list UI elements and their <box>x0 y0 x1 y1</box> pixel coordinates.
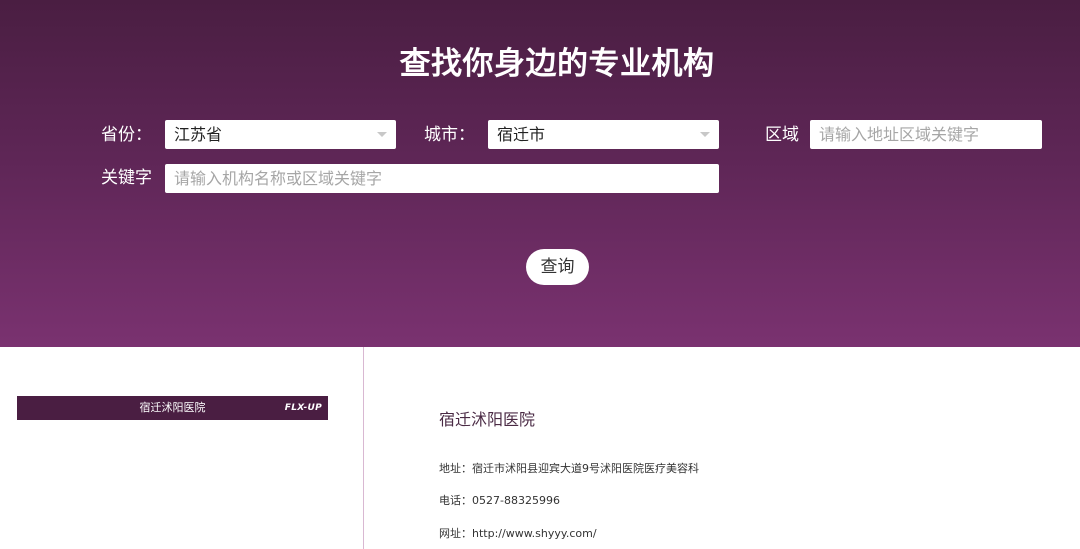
area-label: 区域 <box>765 125 799 145</box>
hospital-logo: 宿迁沭阳医院 FLX-UP <box>17 396 328 420</box>
hospital-website[interactable]: 网址：http://www.shyyy.com/ <box>439 527 597 541</box>
chevron-down-icon <box>700 132 710 137</box>
search-hero: 查找你身边的专业机构 省份： 江苏省 城市： 宿迁市 区域 关键字 查询 <box>0 0 1080 347</box>
province-select[interactable]: 江苏省 <box>165 120 396 149</box>
hospital-address: 地址：宿迁市沭阳县迎宾大道9号沭阳医院医疗美容科 <box>439 462 699 475</box>
query-button[interactable]: 查询 <box>526 249 589 285</box>
hospital-name: 宿迁沭阳医院 <box>439 410 536 429</box>
brand-logo: FLX-UP <box>284 403 322 413</box>
column-divider <box>363 347 364 549</box>
logo-hospital-name: 宿迁沭阳医院 <box>139 401 206 414</box>
keyword-input[interactable] <box>165 164 719 193</box>
keyword-label: 关键字 <box>101 168 152 188</box>
area-input[interactable] <box>810 120 1042 149</box>
chevron-down-icon <box>377 132 387 137</box>
province-select-value: 江苏省 <box>174 125 223 144</box>
city-select-value: 宿迁市 <box>497 125 546 144</box>
city-label: 城市： <box>424 125 475 145</box>
page-title: 查找你身边的专业机构 <box>399 46 715 82</box>
province-label: 省份： <box>101 125 152 145</box>
city-select[interactable]: 宿迁市 <box>488 120 719 149</box>
hospital-phone: 电话：0527-88325996 <box>439 494 560 507</box>
